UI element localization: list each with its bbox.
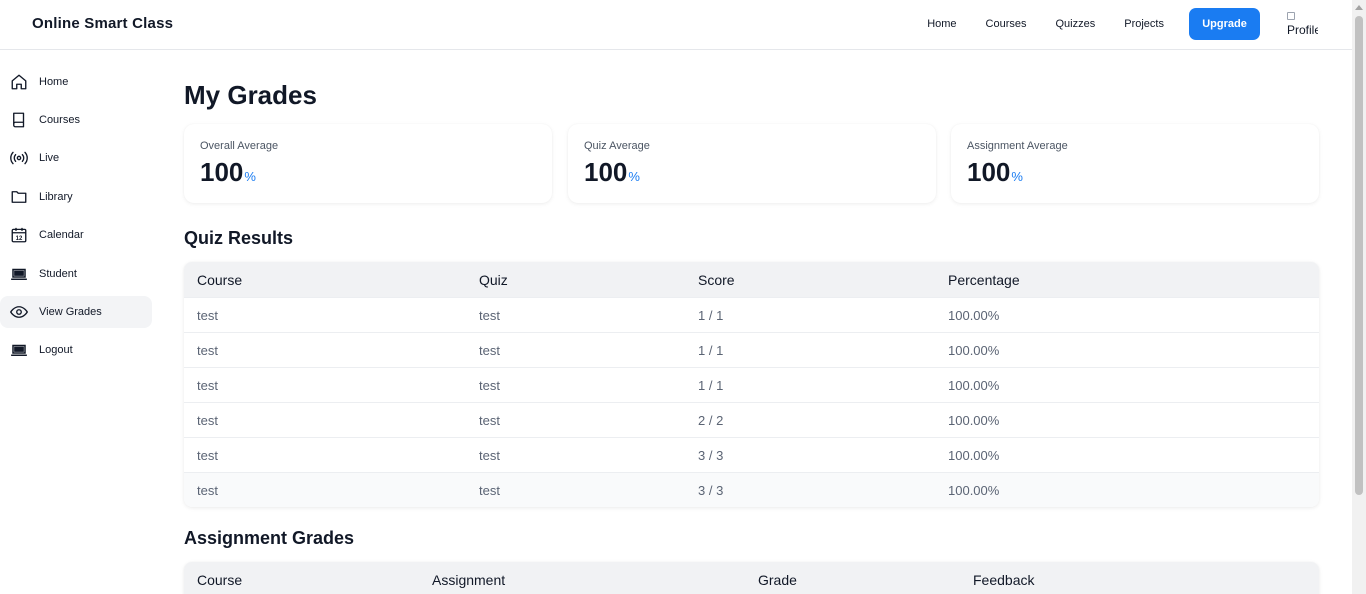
column-header: Course bbox=[197, 572, 243, 588]
cell-quiz: test bbox=[479, 448, 500, 463]
column-header: Course bbox=[197, 272, 243, 288]
sidebar-item-calendar[interactable]: 12 Calendar bbox=[0, 219, 152, 251]
stat-value: 100% bbox=[200, 157, 256, 188]
sidebar-item-label: Courses bbox=[39, 114, 80, 126]
quiz-results-title: Quiz Results bbox=[184, 228, 294, 248]
cell-percentage: 100.00% bbox=[948, 378, 1000, 393]
cell-percentage: 100.00% bbox=[948, 308, 1000, 323]
laptop-icon bbox=[9, 340, 29, 360]
stat-number: 100 bbox=[200, 157, 244, 187]
topnav-quizzes-link[interactable]: Quizzes bbox=[1056, 18, 1096, 30]
table-row: test test 2 / 2 100.00% bbox=[184, 402, 1319, 437]
stat-card-assignment: Assignment Average 100% bbox=[951, 124, 1319, 203]
home-icon bbox=[9, 72, 29, 92]
column-header: Quiz bbox=[479, 272, 508, 288]
book-icon bbox=[9, 110, 29, 130]
laptop-icon bbox=[9, 264, 29, 284]
stat-label: Overall Average bbox=[200, 140, 279, 152]
broken-image-icon bbox=[1287, 12, 1295, 20]
cell-quiz: test bbox=[479, 343, 500, 358]
sidebar-item-label: View Grades bbox=[39, 306, 102, 318]
top-navbar: Online Smart Class Home Courses Quizzes … bbox=[0, 0, 1352, 50]
cell-percentage: 100.00% bbox=[948, 343, 1000, 358]
sidebar-item-label: Live bbox=[39, 152, 60, 164]
upgrade-button[interactable]: Upgrade bbox=[1189, 8, 1260, 40]
cell-score: 1 / 1 bbox=[698, 308, 724, 323]
cell-quiz: test bbox=[479, 308, 500, 323]
stat-label: Assignment Average bbox=[967, 140, 1068, 152]
table-header: Course Quiz Score Percentage bbox=[184, 262, 1319, 297]
page-scrollbar[interactable] bbox=[1352, 0, 1366, 594]
stat-number: 100 bbox=[584, 157, 628, 187]
table-row: test test 3 / 3 100.00% bbox=[184, 472, 1319, 507]
assignment-grades-title: Assignment Grades bbox=[184, 528, 355, 548]
page-title: My Grades bbox=[184, 80, 317, 110]
cell-percentage: 100.00% bbox=[948, 413, 1000, 428]
cell-score: 1 / 1 bbox=[698, 343, 724, 358]
sidebar-item-label: Calendar bbox=[39, 229, 84, 241]
cell-score: 3 / 3 bbox=[698, 448, 724, 463]
top-nav: Home Courses Quizzes Projects Upgrade Pr… bbox=[898, 0, 1318, 48]
calendar-day-text: 12 bbox=[16, 236, 23, 242]
scroll-up-arrow-icon[interactable] bbox=[1355, 5, 1363, 10]
scrollbar-thumb[interactable] bbox=[1355, 16, 1363, 495]
app-title[interactable]: Online Smart Class bbox=[32, 15, 173, 32]
calendar-icon: 12 bbox=[9, 225, 29, 245]
stat-label: Quiz Average bbox=[584, 140, 650, 152]
table-row: test test 3 / 3 100.00% bbox=[184, 437, 1319, 472]
table-row: test test 1 / 1 100.00% bbox=[184, 332, 1319, 367]
sidebar-item-student[interactable]: Student bbox=[0, 258, 152, 290]
cell-percentage: 100.00% bbox=[948, 448, 1000, 463]
table-row: test test 1 / 1 100.00% bbox=[184, 297, 1319, 332]
cell-quiz: test bbox=[479, 483, 500, 498]
column-header: Score bbox=[698, 272, 735, 288]
column-header: Percentage bbox=[948, 272, 1020, 288]
broadcast-icon bbox=[9, 148, 29, 168]
cell-course: test bbox=[197, 343, 218, 358]
sidebar-item-view-grades[interactable]: View Grades bbox=[0, 296, 152, 328]
eye-icon bbox=[9, 302, 29, 322]
cell-course: test bbox=[197, 308, 218, 323]
topnav-projects-link[interactable]: Projects bbox=[1124, 18, 1164, 30]
cell-quiz: test bbox=[479, 378, 500, 393]
cell-course: test bbox=[197, 483, 218, 498]
folder-icon bbox=[9, 187, 29, 207]
table-row: test test 1 / 1 100.00% bbox=[184, 367, 1319, 402]
column-header: Assignment bbox=[432, 572, 506, 588]
cell-course: test bbox=[197, 413, 218, 428]
sidebar-item-label: Home bbox=[39, 76, 69, 88]
column-header: Feedback bbox=[973, 572, 1035, 588]
cell-course: test bbox=[197, 448, 218, 463]
stat-unit: % bbox=[244, 169, 256, 184]
sidebar-item-logout[interactable]: Logout bbox=[0, 334, 152, 366]
cell-score: 3 / 3 bbox=[698, 483, 724, 498]
sidebar-item-courses[interactable]: Courses bbox=[0, 104, 152, 136]
stat-unit: % bbox=[628, 169, 640, 184]
profile-avatar[interactable]: Profile bbox=[1287, 12, 1318, 38]
sidebar-item-live[interactable]: Live bbox=[0, 142, 152, 174]
stat-card-quiz: Quiz Average 100% bbox=[568, 124, 936, 203]
stat-value: 100% bbox=[584, 157, 640, 188]
stat-value: 100% bbox=[967, 157, 1023, 188]
sidebar-item-home[interactable]: Home bbox=[0, 66, 152, 98]
sidebar-item-library[interactable]: Library bbox=[0, 181, 152, 213]
column-header: Grade bbox=[758, 572, 797, 588]
assignment-grades-table: Course Assignment Grade Feedback bbox=[184, 562, 1319, 594]
stat-unit: % bbox=[1011, 169, 1023, 184]
cell-score: 1 / 1 bbox=[698, 378, 724, 393]
table-header: Course Assignment Grade Feedback bbox=[184, 562, 1319, 594]
cell-score: 2 / 2 bbox=[698, 413, 724, 428]
stat-card-overall: Overall Average 100% bbox=[184, 124, 552, 203]
sidebar-item-label: Student bbox=[39, 268, 77, 280]
cell-course: test bbox=[197, 378, 218, 393]
topnav-courses-link[interactable]: Courses bbox=[986, 18, 1027, 30]
cell-quiz: test bbox=[479, 413, 500, 428]
sidebar-item-label: Library bbox=[39, 191, 73, 203]
sidebar-item-label: Logout bbox=[39, 344, 73, 356]
topnav-home-link[interactable]: Home bbox=[927, 18, 956, 30]
quiz-results-table: Course Quiz Score Percentage test test 1… bbox=[184, 262, 1319, 507]
stat-number: 100 bbox=[967, 157, 1011, 187]
profile-alt-text: Profile bbox=[1287, 23, 1318, 37]
cell-percentage: 100.00% bbox=[948, 483, 1000, 498]
